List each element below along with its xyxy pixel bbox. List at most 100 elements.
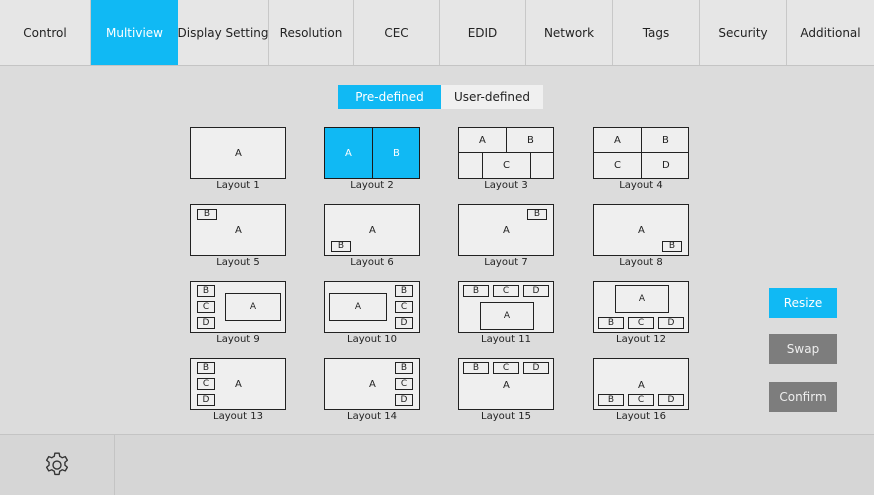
layout-3[interactable]: A B C Layout 3 [458, 127, 554, 191]
confirm-button[interactable]: Confirm [769, 382, 837, 412]
layout-12[interactable]: A B C D Layout 12 [593, 281, 689, 345]
window-label: A [479, 135, 486, 146]
window-label: A [614, 135, 621, 146]
layout-preview: A B [324, 127, 420, 179]
layout-preview: A B C [458, 127, 554, 179]
layout-caption: Layout 16 [616, 411, 666, 422]
pip-window: D [658, 394, 684, 406]
layout-preview: B C A D [190, 281, 286, 333]
pip-window: B [197, 285, 215, 297]
pip-window: D [395, 394, 413, 406]
layout-caption: Layout 14 [347, 411, 397, 422]
pip-window: B [662, 241, 682, 252]
layout-preview: A [190, 127, 286, 179]
window-label: A [503, 225, 510, 236]
swap-button[interactable]: Swap [769, 334, 837, 364]
layout-5[interactable]: B A Layout 5 [190, 204, 286, 268]
layout-preview: A B [593, 204, 689, 256]
layout-caption: Layout 15 [481, 411, 531, 422]
layout-caption: Layout 8 [619, 257, 663, 268]
pip-window: C [395, 378, 413, 390]
layout-caption: Layout 12 [616, 334, 666, 345]
resize-button[interactable]: Resize [769, 288, 837, 318]
layout-9[interactable]: B C A D Layout 9 [190, 281, 286, 345]
layout-1[interactable]: A Layout 1 [190, 127, 286, 191]
layout-preview: A B C D [593, 358, 689, 410]
pip-window: B [598, 317, 624, 329]
layout-caption: Layout 2 [350, 180, 394, 191]
pip-window: C [628, 317, 654, 329]
pip-window: B [527, 209, 547, 220]
pip-window: D [658, 317, 684, 329]
layout-2[interactable]: A B Layout 2 [324, 127, 420, 191]
layout-type-tabs: Pre-defined User-defined [338, 85, 543, 109]
layout-preview: A B C D [593, 127, 689, 179]
main-window: A [615, 285, 669, 313]
window-label: B [393, 148, 400, 159]
top-nav: Control Multiview Display Setting Resolu… [0, 0, 874, 66]
tab-multiview[interactable]: Multiview [91, 0, 178, 65]
layout-11[interactable]: B C D A Layout 11 [458, 281, 554, 345]
pip-window: B [395, 362, 413, 374]
layout-16[interactable]: A B C D Layout 16 [593, 358, 689, 422]
layout-7[interactable]: B A Layout 7 [458, 204, 554, 268]
layout-10[interactable]: B A C D Layout 10 [324, 281, 420, 345]
tab-additional[interactable]: Additional [787, 0, 874, 65]
layout-13[interactable]: B C A D Layout 13 [190, 358, 286, 422]
layout-caption: Layout 4 [619, 180, 663, 191]
layout-caption: Layout 1 [216, 180, 260, 191]
layout-caption: Layout 5 [216, 257, 260, 268]
pip-window: C [628, 394, 654, 406]
main-window: A [329, 293, 387, 321]
pip-window: D [523, 285, 549, 297]
window-label: B [527, 135, 534, 146]
layout-caption: Layout 11 [481, 334, 531, 345]
pip-window: B [395, 285, 413, 297]
window-label: C [614, 160, 621, 171]
divider [459, 152, 553, 153]
layout-15[interactable]: B C D A Layout 15 [458, 358, 554, 422]
layout-caption: Layout 9 [216, 334, 260, 345]
layout-preview: A B C D [593, 281, 689, 333]
window-label: A [369, 379, 376, 390]
layout-preview: B C A D [190, 358, 286, 410]
tab-edid[interactable]: EDID [440, 0, 526, 65]
tab-pre-defined[interactable]: Pre-defined [338, 85, 441, 109]
window-label: A [235, 379, 242, 390]
pip-window: B [463, 285, 489, 297]
layout-preview: B A [458, 204, 554, 256]
divider [506, 128, 507, 152]
tab-control[interactable]: Control [0, 0, 91, 65]
layout-preview: A B [324, 204, 420, 256]
pip-window: D [197, 394, 215, 406]
pip-window: D [197, 317, 215, 329]
settings-button[interactable] [0, 435, 115, 495]
pip-window: C [493, 362, 519, 374]
pip-window: C [197, 378, 215, 390]
pip-window: C [197, 301, 215, 313]
layout-14[interactable]: B A C D Layout 14 [324, 358, 420, 422]
main-window: A [225, 293, 281, 321]
tab-cec[interactable]: CEC [354, 0, 440, 65]
tab-display-setting[interactable]: Display Setting [178, 0, 269, 65]
main-window: A [480, 302, 534, 330]
tab-network[interactable]: Network [526, 0, 613, 65]
window-label: A [345, 148, 352, 159]
tab-resolution[interactable]: Resolution [269, 0, 354, 65]
tab-tags[interactable]: Tags [613, 0, 700, 65]
layout-6[interactable]: A B Layout 6 [324, 204, 420, 268]
pip-window: C [395, 301, 413, 313]
pip-window: B [598, 394, 624, 406]
layout-preview: B A C D [324, 358, 420, 410]
layout-preview: B C D A [458, 281, 554, 333]
tab-security[interactable]: Security [700, 0, 787, 65]
layout-caption: Layout 7 [484, 257, 528, 268]
layout-caption: Layout 10 [347, 334, 397, 345]
divider [641, 128, 642, 178]
pip-window: D [395, 317, 413, 329]
layout-4[interactable]: A B C D Layout 4 [593, 127, 689, 191]
pip-window: B [197, 362, 215, 374]
layout-8[interactable]: A B Layout 8 [593, 204, 689, 268]
tab-user-defined[interactable]: User-defined [441, 85, 543, 109]
window-label: A [369, 225, 376, 236]
